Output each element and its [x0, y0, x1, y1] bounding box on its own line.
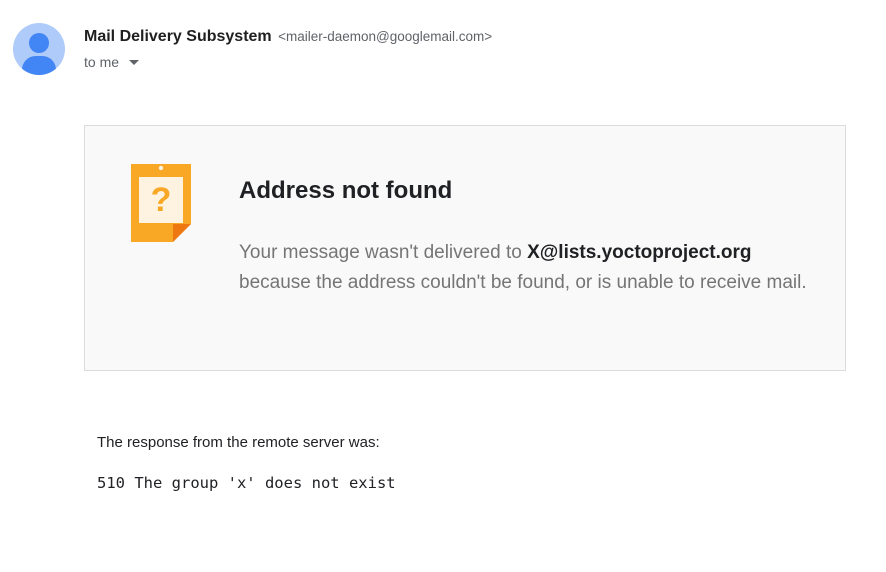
notice-title: Address not found [239, 177, 453, 204]
sender-email: <mailer-daemon@googlemail.com> [278, 29, 493, 44]
notice-body-prefix: Your message wasn't delivered to [239, 242, 528, 263]
avatar-body [22, 56, 56, 75]
notice-body-suffix: because the address couldn't be found, o… [239, 272, 807, 293]
notice-body: Your message wasn't delivered to X@lists… [239, 238, 809, 298]
recipient-details-toggle[interactable]: to me [84, 53, 140, 71]
question-note-icon: ? [131, 164, 191, 242]
svg-text:?: ? [151, 181, 172, 219]
sender-avatar[interactable] [13, 23, 65, 75]
delivery-failure-card: ? Address not found Your message wasn't … [84, 125, 846, 371]
caret-down-icon[interactable] [129, 59, 140, 65]
sender-line: Mail Delivery Subsystem <mailer-daemon@g… [84, 27, 492, 47]
avatar-head [29, 33, 49, 53]
server-response-code: 510 The group 'x' does not exist [97, 474, 396, 492]
server-response-label: The response from the remote server was: [97, 434, 380, 451]
recipient-label: to me [84, 54, 120, 70]
sender-name[interactable]: Mail Delivery Subsystem [84, 28, 272, 45]
email-view: Mail Delivery Subsystem <mailer-daemon@g… [0, 0, 886, 572]
failed-address: X@lists.yoctoproject.org [527, 242, 752, 263]
